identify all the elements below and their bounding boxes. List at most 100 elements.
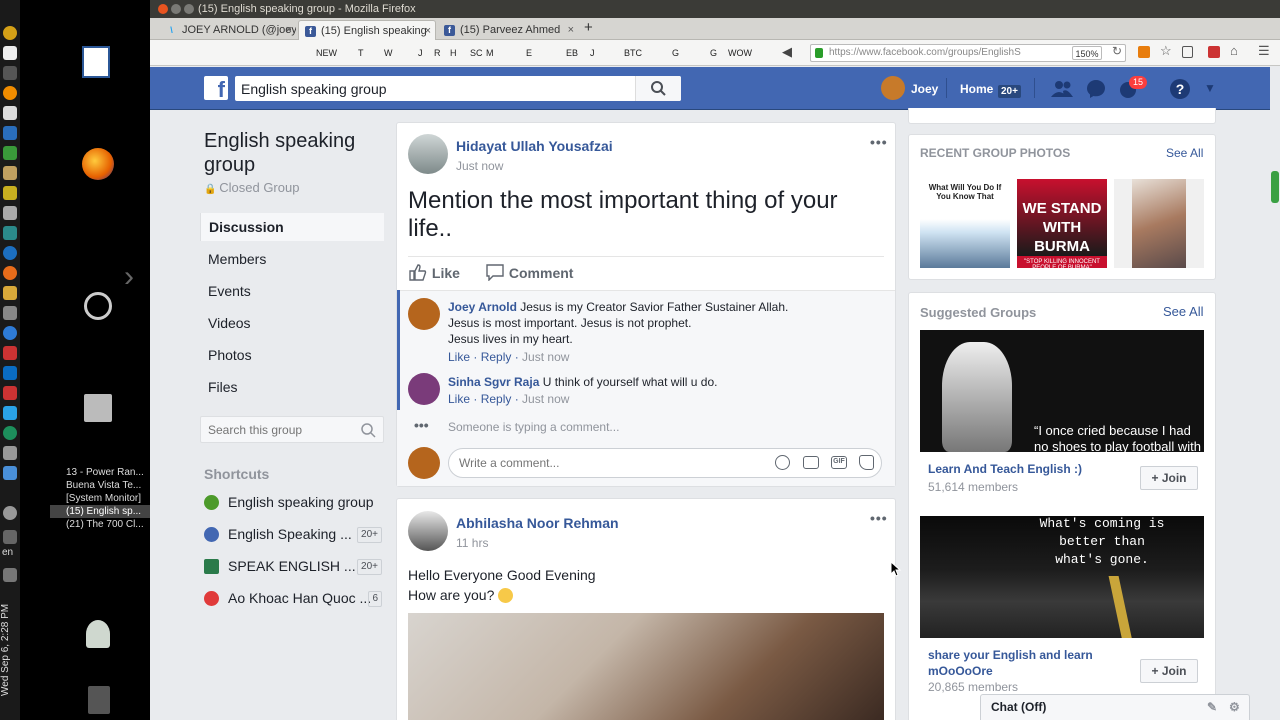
group-photo[interactable] bbox=[1114, 179, 1204, 268]
group-title[interactable]: English speaking group bbox=[204, 129, 384, 177]
post-time[interactable]: Just now bbox=[456, 159, 503, 173]
bookmark[interactable]: G bbox=[710, 46, 717, 60]
app-icon[interactable] bbox=[3, 66, 17, 80]
help-icon[interactable]: ? bbox=[1170, 79, 1190, 99]
bookmark[interactable]: BTC bbox=[624, 46, 642, 60]
search-input[interactable] bbox=[235, 76, 635, 101]
app-icon[interactable] bbox=[3, 106, 17, 120]
suggested-group-name[interactable]: Learn And Teach English :) bbox=[928, 462, 1082, 476]
app-icon[interactable] bbox=[3, 426, 17, 440]
firefox-icon[interactable] bbox=[82, 148, 114, 180]
compose-icon[interactable]: ✎ bbox=[1207, 695, 1217, 719]
app-icon[interactable] bbox=[3, 346, 17, 360]
youtube-icon[interactable] bbox=[1208, 46, 1220, 58]
nav-photos[interactable]: Photos bbox=[200, 341, 384, 369]
write-comment-input[interactable] bbox=[449, 449, 749, 477]
app-icon[interactable] bbox=[3, 226, 17, 240]
app-icon[interactable] bbox=[3, 466, 17, 480]
post-author[interactable]: Abhilasha Noor Rehman bbox=[456, 515, 619, 531]
post-author[interactable]: Hidayat Ullah Yousafzai bbox=[456, 138, 613, 154]
sticker-icon[interactable] bbox=[859, 455, 874, 470]
bookmark[interactable]: R bbox=[434, 46, 441, 60]
close-window-button[interactable] bbox=[158, 4, 168, 14]
scrollbar-thumb[interactable] bbox=[1271, 171, 1279, 203]
bookmark[interactable]: J bbox=[418, 46, 423, 60]
gif-icon[interactable]: GIF bbox=[831, 456, 847, 469]
home-link[interactable]: Home bbox=[960, 82, 993, 96]
bookmark[interactable]: J bbox=[590, 46, 595, 60]
app-icon[interactable] bbox=[3, 406, 17, 420]
comment-reply-link[interactable]: Reply bbox=[481, 392, 512, 406]
group-photo[interactable]: WE STAND WITH BURMA "STOP KILLING INNOCE… bbox=[1017, 179, 1107, 268]
avatar[interactable] bbox=[408, 373, 440, 405]
bookmark[interactable]: T bbox=[358, 46, 364, 60]
facebook-logo[interactable]: f bbox=[204, 76, 228, 100]
group-search-input[interactable] bbox=[201, 417, 351, 442]
firefox-icon[interactable] bbox=[3, 266, 17, 280]
nav-members[interactable]: Members bbox=[200, 245, 384, 273]
comment-time[interactable]: Just now bbox=[522, 350, 569, 364]
tab-english-speaking[interactable]: f (15) English speaking × bbox=[298, 20, 436, 40]
friend-requests-icon[interactable] bbox=[1050, 79, 1074, 99]
menu-icon[interactable]: ☰ bbox=[1258, 43, 1270, 59]
join-group-button[interactable]: + Join bbox=[1140, 466, 1198, 490]
nav-videos[interactable]: Videos bbox=[200, 309, 384, 337]
bookmark[interactable]: WOW bbox=[728, 46, 752, 60]
wifi-icon[interactable] bbox=[3, 530, 17, 544]
app-icon[interactable] bbox=[3, 146, 17, 160]
post-time[interactable]: 11 hrs bbox=[456, 536, 488, 550]
maximize-window-button[interactable] bbox=[184, 4, 194, 14]
zoom-indicator[interactable]: 150% bbox=[1072, 46, 1102, 60]
document-icon[interactable] bbox=[82, 46, 110, 78]
app-icon[interactable] bbox=[3, 46, 17, 60]
close-tab-icon[interactable]: × bbox=[568, 20, 574, 40]
see-all-photos-link[interactable]: See All bbox=[1166, 146, 1203, 160]
close-tab-icon[interactable]: × bbox=[286, 20, 292, 40]
see-all-groups-link[interactable]: See All bbox=[1163, 304, 1203, 319]
comment-reply-link[interactable]: Reply bbox=[481, 350, 512, 364]
settings-icon[interactable] bbox=[84, 292, 112, 320]
bookmark[interactable]: SC bbox=[470, 46, 483, 60]
taskbar-item[interactable]: Buena Vista Te... bbox=[50, 479, 150, 492]
bookmark[interactable]: E bbox=[526, 46, 532, 60]
download-icon[interactable] bbox=[1138, 46, 1150, 58]
comment-author[interactable]: Joey Arnold bbox=[448, 300, 517, 314]
join-group-button[interactable]: + Join bbox=[1140, 659, 1198, 683]
app-icon[interactable] bbox=[3, 126, 17, 140]
app-icon[interactable] bbox=[3, 446, 17, 460]
reload-icon[interactable]: ↻ bbox=[1112, 44, 1122, 58]
avatar[interactable] bbox=[408, 134, 448, 174]
suggested-group-image[interactable]: “I once cried because I had no shoes to … bbox=[920, 330, 1204, 452]
clock[interactable]: Wed Sep 6, 2:28 PM bbox=[0, 600, 20, 700]
search-icon[interactable] bbox=[361, 423, 377, 439]
gear-icon[interactable]: ⚙ bbox=[1229, 695, 1240, 719]
like-button[interactable]: Like bbox=[408, 263, 460, 281]
bookmark[interactable]: H bbox=[450, 46, 457, 60]
app-icon[interactable] bbox=[3, 326, 17, 340]
archive-icon[interactable] bbox=[84, 394, 112, 422]
group-photo[interactable]: What Will You Do If You Know That bbox=[920, 179, 1010, 268]
comment-like-link[interactable]: Like bbox=[448, 350, 470, 364]
nav-files[interactable]: Files bbox=[200, 373, 384, 401]
messenger-icon[interactable] bbox=[1086, 79, 1106, 99]
taskbar-item[interactable]: 13 - Power Ran... bbox=[50, 466, 150, 479]
bookmark[interactable]: NEW bbox=[316, 46, 337, 60]
shortcut-item[interactable]: English speaking group bbox=[204, 491, 386, 513]
page-scrollbar[interactable] bbox=[1270, 67, 1280, 720]
tab-parveez-ahmed[interactable]: f (15) Parveez Ahmed × bbox=[438, 20, 578, 40]
bookmark[interactable]: W bbox=[384, 46, 393, 60]
avatar[interactable] bbox=[881, 76, 905, 100]
app-icon[interactable] bbox=[3, 166, 17, 180]
profile-link[interactable]: Joey bbox=[911, 82, 938, 96]
taskbar-item[interactable]: [System Monitor] bbox=[50, 492, 150, 505]
bluetooth-icon[interactable] bbox=[3, 506, 17, 520]
chat-bar[interactable]: Chat (Off) ✎ ⚙ bbox=[980, 694, 1250, 720]
trash-icon[interactable] bbox=[88, 686, 110, 714]
new-tab-button[interactable]: + bbox=[584, 19, 593, 36]
search-button[interactable] bbox=[635, 76, 681, 101]
app-icon[interactable] bbox=[3, 206, 17, 220]
minimize-window-button[interactable] bbox=[171, 4, 181, 14]
taskbar-item-active[interactable]: (15) English sp... bbox=[50, 505, 150, 518]
comment-time[interactable]: Just now bbox=[522, 392, 569, 406]
nav-events[interactable]: Events bbox=[200, 277, 384, 305]
